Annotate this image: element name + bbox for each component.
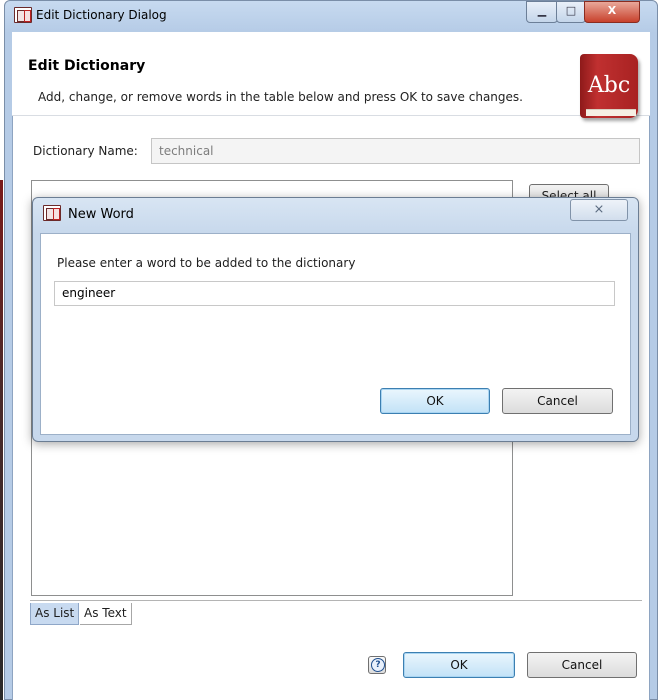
- new-word-close-button[interactable]: ⨯: [570, 199, 628, 221]
- new-word-input[interactable]: engineer: [54, 281, 615, 306]
- close-icon: X: [607, 4, 617, 17]
- new-word-dialog-title: New Word: [68, 207, 134, 222]
- help-button[interactable]: ?: [368, 656, 386, 674]
- tab-as-text[interactable]: As Text: [80, 603, 132, 625]
- minimize-button[interactable]: ▁: [526, 1, 558, 23]
- maximize-button[interactable]: □: [556, 1, 586, 23]
- close-icon: ⨯: [593, 202, 605, 217]
- background-window-edge: [0, 180, 3, 700]
- dictionary-name-field: technical: [151, 138, 640, 164]
- maximize-icon: □: [565, 4, 577, 17]
- dialog-title: Edit Dictionary: [28, 58, 146, 74]
- abc-book-icon: Abc: [580, 54, 638, 118]
- dictionary-name-label: Dictionary Name:: [33, 144, 138, 158]
- help-icon: ?: [371, 658, 385, 672]
- ok-button[interactable]: OK: [403, 652, 515, 678]
- cancel-button[interactable]: Cancel: [527, 652, 637, 678]
- new-word-ok-button[interactable]: OK: [380, 388, 490, 414]
- new-word-prompt: Please enter a word to be added to the d…: [57, 256, 356, 270]
- close-button[interactable]: X: [584, 1, 640, 23]
- window-title: Edit Dictionary Dialog: [36, 8, 167, 22]
- dictionary-book-icon: [43, 205, 61, 221]
- new-word-cancel-button[interactable]: Cancel: [502, 388, 613, 414]
- tab-divider: [30, 600, 642, 601]
- tab-as-list[interactable]: As List: [30, 603, 80, 625]
- minimize-icon: ▁: [537, 4, 547, 17]
- dialog-message: Add, change, or remove words in the tabl…: [38, 90, 523, 104]
- dictionary-book-icon: [14, 7, 32, 23]
